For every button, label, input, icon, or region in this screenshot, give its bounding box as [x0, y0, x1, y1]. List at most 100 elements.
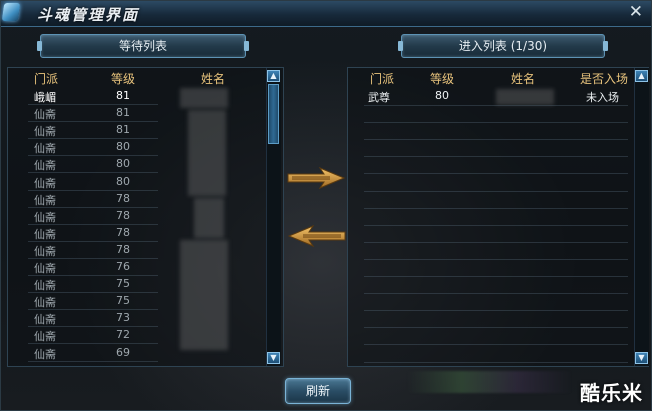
column-header-name: 姓名	[511, 72, 536, 86]
level-cell: 80	[116, 174, 130, 188]
row-divider	[364, 241, 628, 243]
row-divider	[28, 240, 158, 242]
level-cell: 78	[116, 242, 130, 256]
level-cell: 78	[116, 225, 130, 239]
scroll-down-icon[interactable]: ▼	[267, 352, 280, 364]
sect-cell: 仙斋	[34, 262, 56, 275]
row-divider	[364, 105, 628, 106]
sect-cell: 仙斋	[34, 108, 56, 122]
entered-cell: 未入场	[586, 91, 619, 104]
row-divider	[28, 275, 158, 276]
row-divider	[364, 139, 628, 141]
name-redaction	[180, 240, 228, 350]
sect-cell: 仙斋	[34, 244, 56, 258]
row-divider	[364, 344, 628, 346]
column-header-entered: 是否入场	[580, 72, 629, 86]
name-redaction	[496, 89, 554, 105]
level-cell: 78	[116, 208, 130, 222]
row-divider	[28, 172, 158, 174]
row-divider	[364, 258, 628, 260]
sect-cell: 仙斋	[34, 193, 56, 207]
sect-cell: 仙斋	[34, 279, 56, 293]
level-cell: 80	[116, 140, 130, 154]
soul-management-window: 斗魂管理界面 ✕ 等待列表 进入列表 (1/30) 门派 等级 姓名 峨嵋 81 仙…	[0, 0, 652, 411]
sect-cell: 仙斋	[34, 296, 56, 310]
column-header-sect: 门派	[370, 72, 395, 86]
refresh-button[interactable]: 刷新	[285, 378, 351, 404]
waiting-scrollbar[interactable]: ▲ ▼	[266, 68, 281, 366]
name-redaction	[194, 198, 224, 238]
arrow-right-icon[interactable]	[286, 165, 346, 191]
close-icon[interactable]: ✕	[629, 2, 643, 22]
row-divider	[364, 224, 628, 226]
column-header-sect: 门派	[34, 72, 59, 86]
level-cell: 73	[116, 311, 130, 325]
background-decoration	[407, 371, 572, 393]
row-divider	[364, 310, 628, 312]
level-cell: 75	[116, 294, 130, 308]
row-divider	[28, 326, 158, 328]
row-divider	[364, 327, 628, 329]
sect-cell: 仙斋	[34, 227, 56, 241]
waiting-list-panel: 门派 等级 姓名 峨嵋 81 仙斋 81 仙斋 81 仙斋 80 仙斋 80 仙斋 80 仙斋 78 仙斋 7…	[7, 67, 284, 367]
sect-cell: 峨嵋	[34, 91, 56, 104]
level-cell: 80	[116, 157, 130, 171]
row-divider	[364, 276, 628, 277]
sect-cell: 仙斋	[34, 142, 56, 156]
sect-cell: 仙斋	[34, 210, 56, 224]
level-cell: 81	[116, 106, 130, 120]
row-divider	[28, 257, 158, 259]
sect-cell: 仙斋	[34, 347, 56, 361]
window-title: 斗魂管理界面	[37, 6, 140, 24]
scroll-down-icon[interactable]: ▼	[635, 352, 648, 364]
column-header-level: 等级	[111, 72, 136, 86]
watermark: 酷乐米	[580, 381, 643, 405]
waiting-list-tab[interactable]: 等待列表	[37, 34, 249, 58]
entered-scrollbar[interactable]: ▲ ▼	[634, 68, 649, 366]
sect-cell: 仙斋	[34, 313, 56, 327]
table-row[interactable]: 武尊 80 未入场	[348, 89, 630, 105]
name-redaction	[188, 110, 226, 196]
row-divider	[364, 122, 628, 124]
title-bar[interactable]: 斗魂管理界面 ✕	[1, 1, 651, 27]
entered-list-panel: 门派 等级 姓名 是否入场 武尊 80 未入场 ▲ ▼	[347, 67, 649, 367]
row-divider	[28, 309, 158, 311]
row-divider	[28, 104, 158, 105]
row-divider	[28, 292, 158, 294]
level-cell: 80	[435, 89, 449, 102]
level-cell: 75	[116, 277, 130, 291]
level-cell: 76	[116, 260, 130, 273]
sect-cell: 仙斋	[34, 330, 56, 344]
row-divider	[364, 207, 628, 209]
entered-list-tab[interactable]: 进入列表 (1/30)	[398, 34, 608, 58]
row-divider	[28, 121, 158, 123]
scroll-up-icon[interactable]: ▲	[267, 70, 280, 82]
sect-cell: 仙斋	[34, 176, 56, 190]
arrow-left-icon[interactable]	[287, 223, 347, 249]
row-divider	[364, 190, 628, 192]
column-header-name: 姓名	[201, 72, 226, 86]
level-cell: 81	[116, 89, 130, 102]
sect-cell: 仙斋	[34, 159, 56, 173]
row-divider	[28, 189, 158, 191]
level-cell: 81	[116, 123, 130, 137]
level-cell: 72	[116, 328, 130, 342]
row-divider	[28, 206, 158, 208]
level-cell: 78	[116, 191, 130, 205]
row-divider	[28, 155, 158, 157]
row-divider	[28, 343, 158, 345]
row-divider	[28, 138, 158, 140]
name-redaction	[180, 88, 228, 108]
table-row[interactable]: 仙斋 78	[8, 209, 263, 225]
sect-cell: 仙斋	[34, 125, 56, 139]
scroll-up-icon[interactable]: ▲	[635, 70, 648, 82]
row-divider	[364, 156, 628, 158]
level-cell: 69	[116, 345, 130, 359]
row-divider	[28, 223, 158, 225]
scroll-thumb[interactable]	[268, 84, 279, 144]
row-divider	[28, 360, 158, 362]
row-divider	[364, 293, 628, 295]
sect-cell: 武尊	[368, 91, 390, 104]
row-divider	[364, 361, 628, 363]
row-divider	[364, 173, 628, 175]
